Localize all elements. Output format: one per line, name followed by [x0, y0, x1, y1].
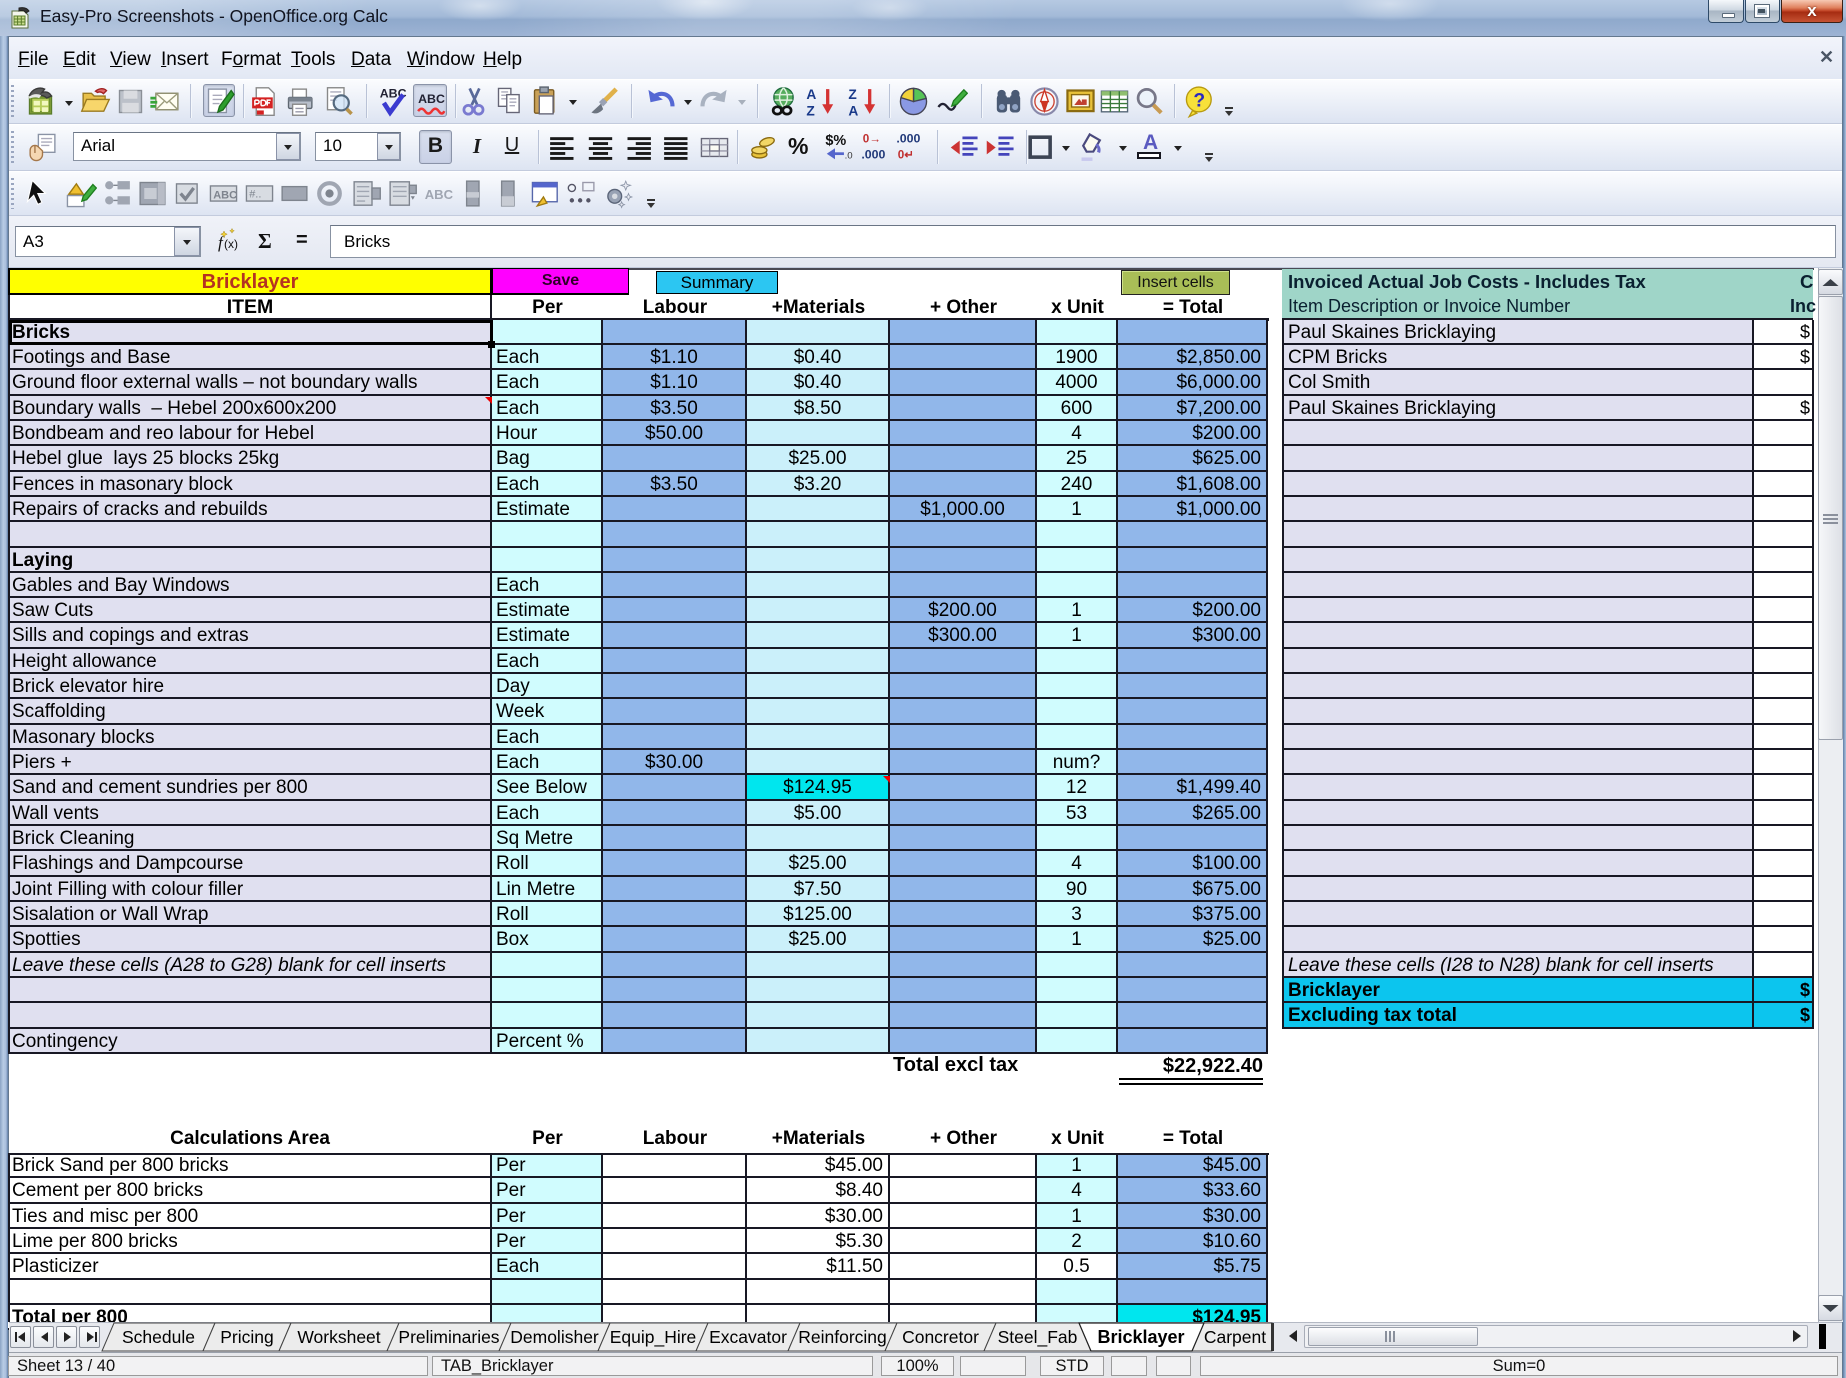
svg-text:ABC: ABC	[418, 92, 445, 106]
svg-text:Z: Z	[806, 103, 814, 118]
svg-text:?: ?	[1193, 90, 1205, 111]
svg-text:#..: #..	[249, 189, 261, 201]
svg-text:$%: $%	[825, 133, 846, 149]
svg-text:Schedule: Schedule	[122, 1327, 195, 1347]
svg-text:Bricklayer: Bricklayer	[1097, 1327, 1184, 1347]
svg-text:A: A	[806, 87, 816, 102]
svg-text:Steel_Fab: Steel_Fab	[998, 1327, 1078, 1348]
svg-text:Equip_Hire: Equip_Hire	[610, 1327, 697, 1348]
svg-text:Worksheet: Worksheet	[297, 1327, 380, 1347]
svg-text:ABC: ABC	[213, 189, 237, 201]
svg-text:ABC: ABC	[425, 187, 454, 202]
svg-text:Carpent: Carpent	[1204, 1327, 1266, 1347]
svg-text:.0: .0	[845, 151, 853, 162]
svg-text:Reinforcing: Reinforcing	[798, 1327, 887, 1347]
svg-text:Preliminaries: Preliminaries	[398, 1327, 499, 1347]
svg-text:Excavator: Excavator	[709, 1327, 787, 1347]
svg-text:(x): (x)	[224, 237, 238, 251]
svg-text:Concretor: Concretor	[902, 1327, 979, 1347]
svg-text:A: A	[848, 103, 858, 118]
svg-text:.000: .000	[861, 148, 885, 162]
svg-text:Demolisher: Demolisher	[510, 1327, 599, 1347]
svg-text:Z: Z	[848, 87, 856, 102]
svg-text:Pricing: Pricing	[220, 1327, 274, 1347]
svg-text:.000: .000	[896, 132, 920, 146]
svg-text:0→: 0→	[863, 133, 881, 146]
svg-text:0↵: 0↵	[898, 149, 914, 162]
